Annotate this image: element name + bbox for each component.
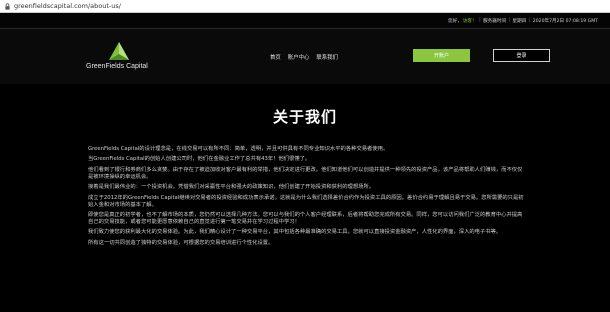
logo-text: GreenFields Capital (86, 63, 148, 70)
paragraph: 成立于2012年的GreenFields Capital继续对交易者的投资经验和… (88, 194, 524, 208)
greeting-text: 您好， (448, 18, 462, 24)
browser-address-bar[interactable]: greenfieldscapital.com/about-us/ (0, 0, 610, 13)
url-text[interactable]: greenfieldscapital.com/about-us/ (14, 3, 121, 10)
open-account-button[interactable]: 开账户 (413, 49, 470, 62)
main-nav: 首页 账户中心 联系我们 (270, 53, 338, 61)
login-button[interactable]: 登录 (493, 49, 550, 62)
site-header: GreenFields Capital 首页 账户中心 联系我们 开账户 登录 (0, 29, 610, 84)
site-logo[interactable]: GreenFields Capital (86, 41, 148, 75)
paragraph: 他们看到了银行和券商们多么贪婪。由于存在了被迫加收对客户最有利的举措，他们决定进… (88, 166, 523, 180)
server-datetime: 2020年7月2日 07:08:19 GMT (532, 18, 598, 24)
top-info-bar: 您好， 访客！ | 服务器时间 | 星期四 | 2020年7月2日 07:08:… (0, 13, 610, 29)
paragraph: 当GreenFields Capital的创始人创建公司时，他们在金融业工作了总… (88, 156, 311, 163)
paragraph: GreenFields Capital的设计理念是，在线交易可以有所不同：简单，… (88, 146, 389, 152)
logo-mark-icon (109, 42, 129, 60)
nav-item-contact[interactable]: 联系我们 (316, 53, 338, 61)
lock-icon (3, 2, 11, 10)
nav-item-home[interactable]: 首页 (270, 53, 281, 61)
nav-item-account-center[interactable]: 账户中心 (288, 53, 310, 61)
server-time-label: 服务器时间 (483, 18, 507, 24)
about-text: GreenFields Capital的设计理念是，在线交易可以有所不同：简单，… (88, 146, 524, 250)
separator: | (477, 18, 483, 23)
paragraph: 即使您是真正的初学者，也不了解市场的本质，您仍然可以选择几种方法。您可以与我们的… (88, 211, 523, 225)
separator: | (507, 18, 512, 23)
paragraph: 接着是我们最伟业的：一个投资机会。凭借我们对采赢性平台和强大的政策知识，他们创建… (88, 184, 375, 191)
paragraph: 所有这一切共同创造了独特的交易体验，可根据您的交易培训进行个性化设置。 (88, 239, 274, 246)
page-title: 关于我们 (272, 108, 337, 126)
about-content: 关于我们 GreenFields Capital的设计理念是，在线交易可以有所不… (0, 84, 610, 312)
paragraph: 我们致力使您的获利最大化的交易体验。为此，我们精心设计了一种交易平台，其中包括各… (88, 229, 502, 236)
separator: | (527, 18, 532, 23)
guest-login-link[interactable]: 访客！ (463, 18, 477, 24)
weekday-text: 星期四 (512, 18, 527, 24)
